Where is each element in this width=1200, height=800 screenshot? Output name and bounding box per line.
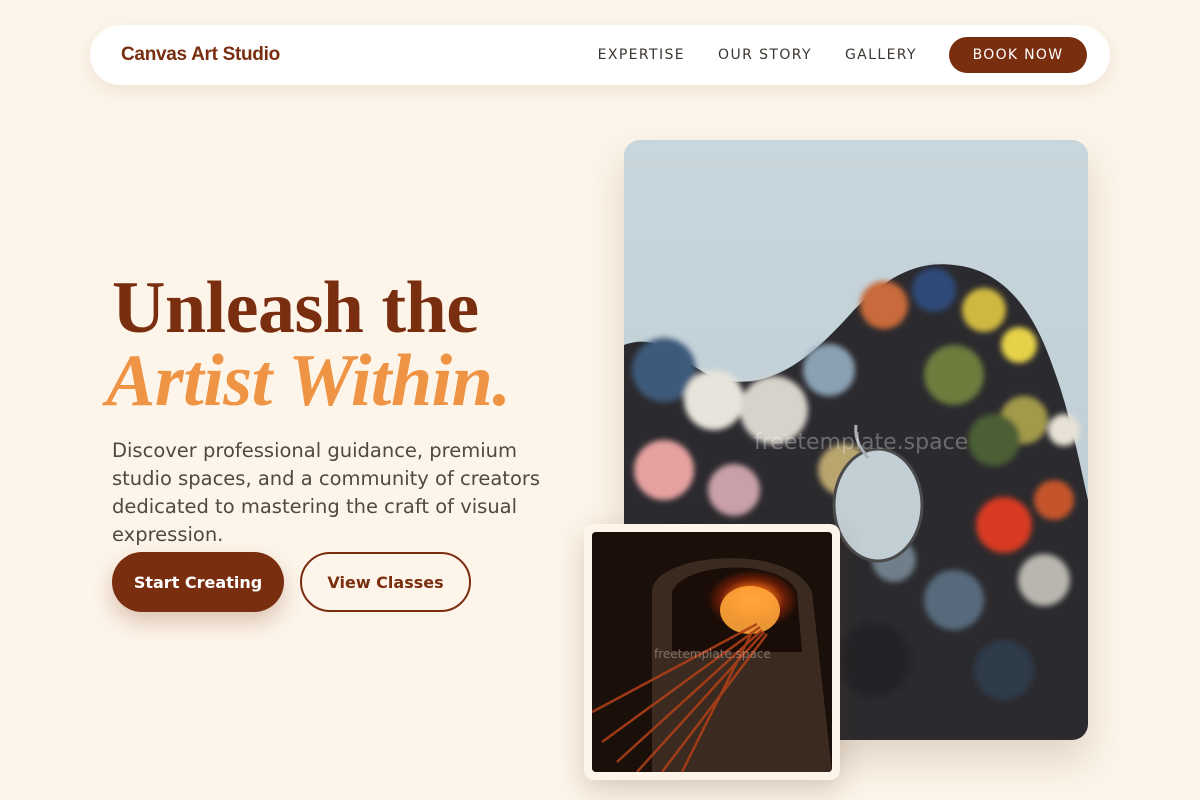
small-image-watermark: freetemplate.space bbox=[654, 647, 771, 661]
view-classes-button[interactable]: View Classes bbox=[300, 552, 471, 612]
hero-title: Unleash the Artist Within. bbox=[106, 267, 511, 418]
nav-links: EXPERTISE OUR STORY GALLERY BOOK NOW bbox=[598, 37, 1087, 73]
kiln-image-card: freetemplate.space bbox=[584, 524, 840, 780]
hero-title-line1: Unleash the bbox=[112, 267, 479, 349]
hero-description: Discover professional guidance, premium … bbox=[112, 439, 541, 546]
nav-link-our-story[interactable]: OUR STORY bbox=[718, 47, 812, 63]
brand-logo[interactable]: Canvas Art Studio bbox=[121, 44, 280, 66]
hero-title-line2: Artist Within. bbox=[106, 340, 511, 422]
main-image-watermark: freetemplate.space bbox=[754, 430, 969, 455]
nav-link-gallery[interactable]: GALLERY bbox=[845, 47, 917, 63]
kiln-image: freetemplate.space bbox=[592, 532, 832, 772]
top-navbar: Canvas Art Studio EXPERTISE OUR STORY GA… bbox=[90, 25, 1110, 85]
nav-link-expertise[interactable]: EXPERTISE bbox=[598, 47, 685, 63]
book-now-button[interactable]: BOOK NOW bbox=[949, 37, 1087, 73]
landing-page: Canvas Art Studio EXPERTISE OUR STORY GA… bbox=[0, 0, 1200, 800]
start-creating-button[interactable]: Start Creating bbox=[112, 552, 284, 612]
